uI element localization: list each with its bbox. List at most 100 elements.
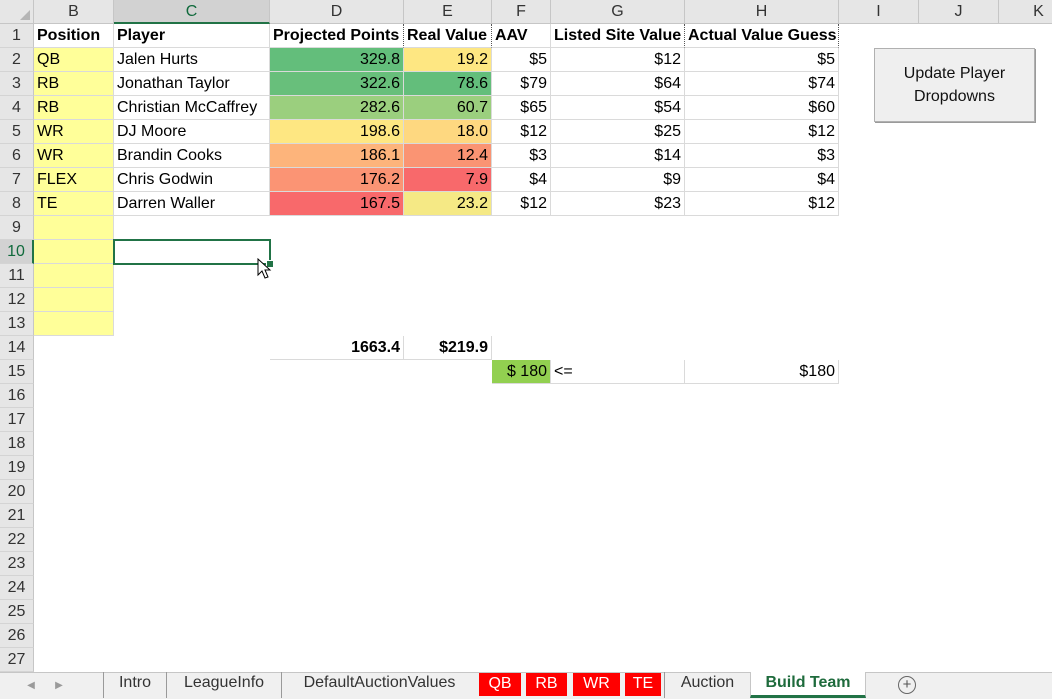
scroll-tabs-right-icon[interactable]: ▶ <box>52 678 66 694</box>
column-header-f[interactable]: F <box>492 0 551 24</box>
scroll-tabs-left-icon[interactable]: ◀ <box>24 678 38 694</box>
header-actual-value-guess[interactable]: Actual Value Guess <box>685 24 839 48</box>
listed-site-value-cell[interactable]: $23 <box>551 192 685 216</box>
column-header-g[interactable]: G <box>551 0 685 24</box>
position-cell[interactable]: RB <box>34 72 114 96</box>
row-header[interactable]: 15 <box>0 360 34 384</box>
row-header[interactable]: 25 <box>0 600 34 624</box>
row-header[interactable]: 9 <box>0 216 34 240</box>
row-header[interactable]: 11 <box>0 264 34 288</box>
row-header[interactable]: 18 <box>0 432 34 456</box>
projected-points-cell[interactable]: 322.6 <box>270 72 404 96</box>
position-cell[interactable]: WR <box>34 144 114 168</box>
tab-te[interactable]: TE <box>625 673 661 696</box>
aav-cell[interactable]: $12 <box>492 192 551 216</box>
position-cell[interactable]: RB <box>34 96 114 120</box>
column-header-b[interactable]: B <box>34 0 114 24</box>
row-header[interactable]: 7 <box>0 168 34 192</box>
tab-build-team[interactable]: Build Team <box>750 672 866 698</box>
guess-total[interactable]: $180 <box>685 360 839 384</box>
actual-value-guess-cell[interactable]: $74 <box>685 72 839 96</box>
listed-site-value-cell[interactable]: $9 <box>551 168 685 192</box>
aav-cell[interactable]: $12 <box>492 120 551 144</box>
tab-qb[interactable]: QB <box>479 673 521 696</box>
projected-points-cell[interactable]: 176.2 <box>270 168 404 192</box>
budget-cell[interactable]: $ 180 <box>492 360 551 384</box>
row-header[interactable]: 5 <box>0 120 34 144</box>
actual-value-guess-cell[interactable]: $12 <box>685 192 839 216</box>
row-header[interactable]: 2 <box>0 48 34 72</box>
player-cell[interactable]: Chris Godwin <box>114 168 270 192</box>
row-header[interactable]: 17 <box>0 408 34 432</box>
listed-site-value-cell[interactable]: $64 <box>551 72 685 96</box>
row-header[interactable]: 13 <box>0 312 34 336</box>
column-header-d[interactable]: D <box>270 0 404 24</box>
row-header-selected[interactable]: 10 <box>0 240 34 264</box>
position-cell-empty[interactable] <box>34 240 114 264</box>
position-cell-empty[interactable] <box>34 312 114 336</box>
player-cell[interactable]: DJ Moore <box>114 120 270 144</box>
header-player[interactable]: Player <box>114 24 270 48</box>
aav-cell[interactable]: $79 <box>492 72 551 96</box>
column-header-c[interactable]: C <box>114 0 270 24</box>
actual-value-guess-cell[interactable]: $12 <box>685 120 839 144</box>
column-header-e[interactable]: E <box>404 0 492 24</box>
real-value-cell[interactable]: 78.6 <box>404 72 492 96</box>
row-header[interactable]: 8 <box>0 192 34 216</box>
tab-intro[interactable]: Intro <box>103 672 166 698</box>
position-cell[interactable]: WR <box>34 120 114 144</box>
row-header[interactable]: 4 <box>0 96 34 120</box>
tab-rb[interactable]: RB <box>526 673 567 696</box>
actual-value-guess-cell[interactable]: $3 <box>685 144 839 168</box>
header-real-value[interactable]: Real Value <box>404 24 492 48</box>
header-position[interactable]: Position <box>34 24 114 48</box>
select-all-corner[interactable] <box>0 0 34 24</box>
row-header[interactable]: 3 <box>0 72 34 96</box>
aav-cell[interactable]: $65 <box>492 96 551 120</box>
player-cell[interactable]: Darren Waller <box>114 192 270 216</box>
row-header[interactable]: 21 <box>0 504 34 528</box>
real-value-cell[interactable]: 18.0 <box>404 120 492 144</box>
header-projected-points[interactable]: Projected Points <box>270 24 404 48</box>
listed-site-value-cell[interactable]: $12 <box>551 48 685 72</box>
listed-site-value-cell[interactable]: $25 <box>551 120 685 144</box>
tab-defaultauctionvalues[interactable]: DefaultAuctionValues <box>281 672 477 698</box>
projected-points-cell[interactable]: 167.5 <box>270 192 404 216</box>
tab-auction[interactable]: Auction <box>664 672 750 698</box>
projected-points-cell[interactable]: 186.1 <box>270 144 404 168</box>
column-header-k[interactable]: K <box>999 0 1052 24</box>
actual-value-guess-cell[interactable]: $4 <box>685 168 839 192</box>
row-header[interactable]: 14 <box>0 336 34 360</box>
row-header[interactable]: 26 <box>0 624 34 648</box>
tab-wr[interactable]: WR <box>573 673 620 696</box>
row-header[interactable]: 27 <box>0 648 34 672</box>
selected-cell-c10[interactable] <box>113 239 271 265</box>
row-header[interactable]: 22 <box>0 528 34 552</box>
position-cell[interactable]: TE <box>34 192 114 216</box>
row-header[interactable]: 6 <box>0 144 34 168</box>
aav-cell[interactable]: $5 <box>492 48 551 72</box>
budget-operator[interactable]: <= <box>551 360 685 384</box>
row-header[interactable]: 19 <box>0 456 34 480</box>
actual-value-guess-cell[interactable]: $5 <box>685 48 839 72</box>
real-value-cell[interactable]: 12.4 <box>404 144 492 168</box>
projected-points-cell[interactable]: 282.6 <box>270 96 404 120</box>
header-aav[interactable]: AAV <box>492 24 551 48</box>
aav-cell[interactable]: $3 <box>492 144 551 168</box>
tab-leagueinfo[interactable]: LeagueInfo <box>166 672 281 698</box>
listed-site-value-cell[interactable]: $54 <box>551 96 685 120</box>
header-listed-site-value[interactable]: Listed Site Value <box>551 24 685 48</box>
row-header[interactable]: 1 <box>0 24 34 48</box>
projected-points-cell[interactable]: 329.8 <box>270 48 404 72</box>
add-sheet-icon[interactable]: + <box>898 676 916 694</box>
row-header[interactable]: 12 <box>0 288 34 312</box>
update-player-dropdowns-button[interactable]: Update Player Dropdowns <box>874 48 1035 122</box>
spreadsheet-grid[interactable]: B C D E F G H I J K 1 2 3 4 5 6 7 8 9 10… <box>0 0 1052 672</box>
row-header[interactable]: 20 <box>0 480 34 504</box>
real-value-cell[interactable]: 7.9 <box>404 168 492 192</box>
total-projected-points[interactable]: 1663.4 <box>270 336 404 360</box>
position-cell-empty[interactable] <box>34 216 114 240</box>
position-cell-empty[interactable] <box>34 288 114 312</box>
player-cell[interactable]: Jonathan Taylor <box>114 72 270 96</box>
column-header-h[interactable]: H <box>685 0 839 24</box>
